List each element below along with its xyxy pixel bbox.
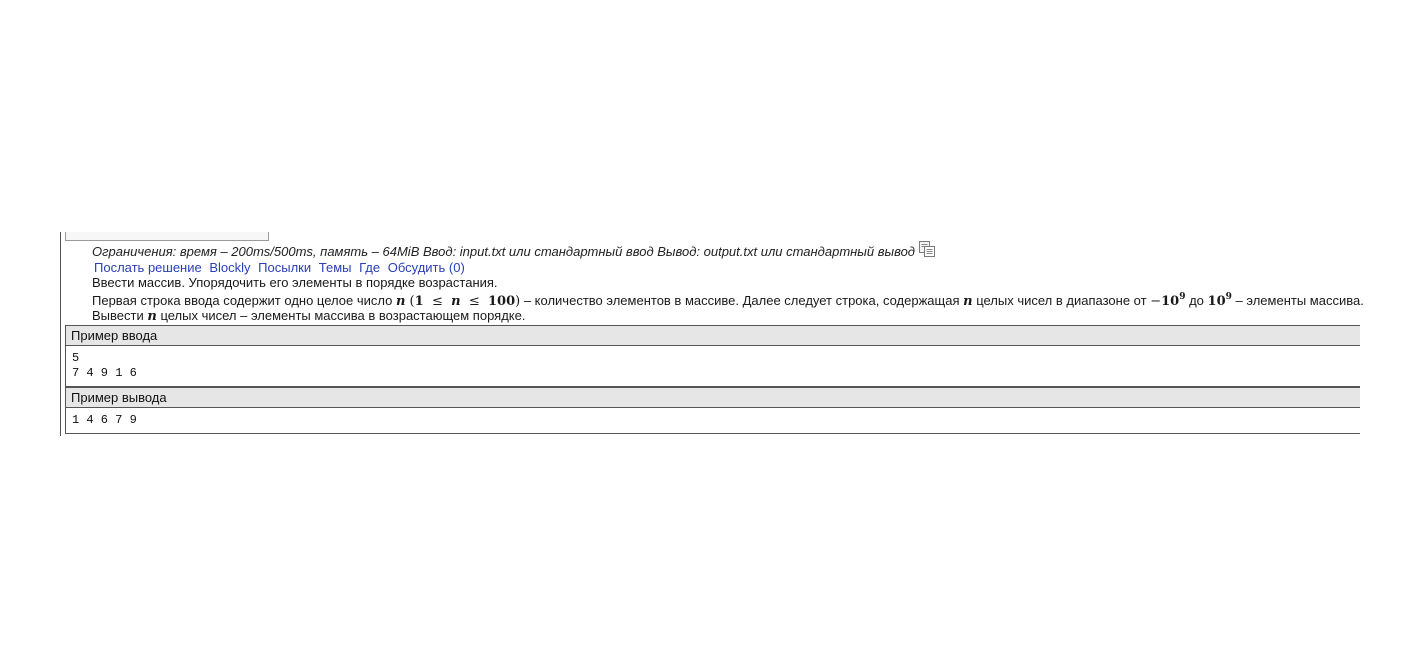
problem-header-box — [65, 232, 269, 241]
blockly-link[interactable]: Blockly — [209, 260, 250, 275]
statement-text: целых чисел – элементы массива в возраст… — [160, 308, 526, 323]
example-input-title: Пример ввода — [66, 326, 1360, 346]
limits-text: Ограничения: время – 200ms/500ms, память… — [92, 244, 915, 259]
discuss-link[interactable]: Обсудить (0) — [388, 260, 465, 275]
math-n: n — [147, 309, 157, 324]
example-output-text: 1 4 6 7 9 — [72, 413, 137, 427]
submit-solution-link[interactable]: Послать решение — [94, 260, 202, 275]
math-upper-bound: 109 — [1207, 292, 1232, 309]
statement-text: – элементы массива. — [1235, 293, 1364, 308]
where-link[interactable]: Где — [359, 260, 380, 275]
page: Ограничения: время – 200ms/500ms, память… — [0, 0, 1416, 672]
statement-text: Вывести — [92, 308, 144, 323]
example-input: Пример ввода 5 7 4 9 1 6 — [65, 325, 1360, 387]
statement-line-2: Первая строка ввода содержит одно целое … — [92, 292, 1364, 309]
statement-line-3: Вывести n целых чисел – элементы массива… — [92, 308, 525, 324]
math-n: n — [963, 294, 973, 309]
example-output: Пример вывода 1 4 6 7 9 — [65, 387, 1360, 434]
statement-text: – количество элементов в массиве. Далее … — [523, 293, 960, 308]
submissions-link[interactable]: Посылки — [258, 260, 311, 275]
example-output-title: Пример вывода — [66, 388, 1360, 408]
example-input-text: 5 7 4 9 1 6 — [72, 351, 137, 380]
statement-text: целых чисел в диапазоне от — [976, 293, 1147, 308]
problem-frame: Ограничения: время – 200ms/500ms, память… — [60, 232, 1364, 436]
math-lower-bound: −109 — [1150, 292, 1186, 309]
math-constraint: n (1 ≤ n ≤ 100) — [395, 294, 521, 309]
problem-links: Послать решение Blockly Посылки Темы Где… — [94, 260, 469, 275]
topics-link[interactable]: Темы — [319, 260, 352, 275]
statement-text: Первая строка ввода содержит одно целое … — [92, 293, 393, 308]
statement-line-1: Ввести массив. Упорядочить его элементы … — [92, 275, 498, 290]
copy-icon[interactable] — [918, 240, 936, 258]
statement-text: до — [1189, 293, 1204, 308]
